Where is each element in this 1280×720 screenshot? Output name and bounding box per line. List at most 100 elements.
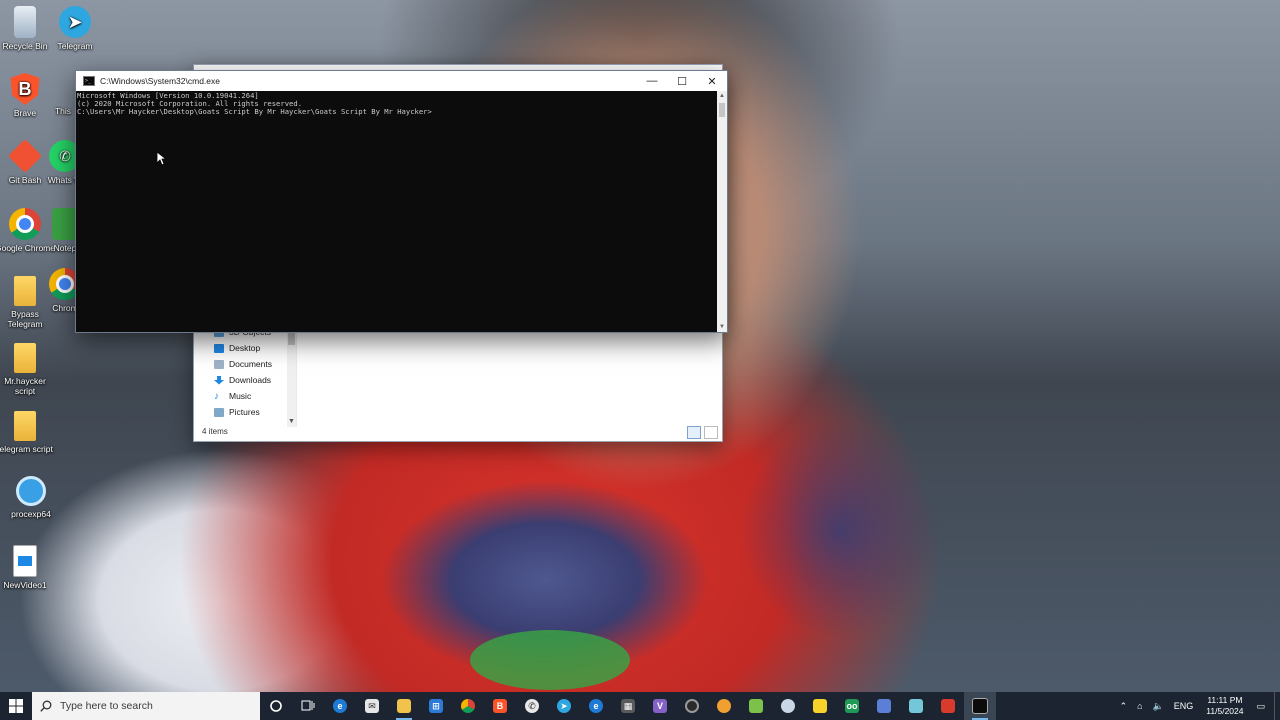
taskbar-sticky-notes[interactable] (804, 692, 836, 720)
nav-item-desktop[interactable]: Desktop (214, 341, 260, 355)
brave-icon: B (493, 699, 507, 713)
wallpaper-shirt-lettering (740, 420, 940, 640)
nav-item-downloads[interactable]: Downloads (214, 373, 271, 387)
large-icons-view-icon[interactable] (704, 426, 718, 439)
wallpaper-shirt-graphic-green (470, 630, 630, 690)
desktop-icon-mr-haycker-script[interactable]: Mr.haycker script (0, 343, 57, 396)
taskbar-app-orange[interactable] (708, 692, 740, 720)
scrollbar-thumb[interactable] (719, 103, 725, 117)
taskbar-app-red[interactable] (932, 692, 964, 720)
console-output[interactable]: Microsoft Windows [Version 10.0.19041.26… (76, 91, 718, 334)
desktop-icon-procexp64[interactable]: procexp64 (0, 476, 63, 519)
taskbar-app-mail2[interactable] (868, 692, 900, 720)
taskbar-search-box[interactable]: Type here to search (32, 692, 260, 720)
music-icon: ♪ (214, 390, 219, 402)
desktop-icon-newvideo1[interactable]: NewVideo1 (0, 545, 57, 590)
search-icon (40, 700, 52, 712)
documents-icon (214, 359, 224, 369)
pictures-icon (214, 407, 224, 417)
taskbar-app-cloud[interactable] (772, 692, 804, 720)
language-indicator[interactable]: ENG (1169, 701, 1199, 711)
file-explorer-icon (397, 699, 411, 713)
cmd-titlebar[interactable]: C:\Windows\System32\cmd.exe — ☐ ✕ (76, 71, 727, 91)
show-desktop-button[interactable] (1274, 692, 1280, 720)
cortana-button[interactable] (260, 692, 292, 720)
store-icon: ⊞ (429, 699, 443, 713)
minimize-button[interactable]: — (637, 71, 667, 91)
taskbar-mail[interactable]: ✉ (356, 692, 388, 720)
nav-item-pictures[interactable]: Pictures (214, 405, 260, 419)
pane-divider[interactable] (296, 327, 297, 427)
desktop-icon-label: NewVideo1 (3, 580, 47, 590)
app-icon (941, 699, 955, 713)
calculator-icon: ▦ (621, 699, 635, 713)
clock-date: 11/5/2024 (1206, 706, 1244, 716)
taskbar-app-teal[interactable] (900, 692, 932, 720)
mail-icon: ✉ (365, 699, 379, 713)
details-view-icon[interactable] (687, 426, 701, 439)
taskbar-whatsapp[interactable]: ✆ (516, 692, 548, 720)
desktop-icon-label: Mr.haycker script (4, 376, 46, 396)
console-prompt-line: C:\Users\Mr Haycker\Desktop\Goats Script… (77, 107, 432, 116)
desktop-icon-label: procexp64 (11, 509, 51, 519)
desktop-icon-label: telegram script (0, 444, 53, 454)
cortana-icon (270, 700, 282, 712)
window-controls: — ☐ ✕ (637, 71, 727, 91)
taskbar-store[interactable]: ⊞ (420, 692, 452, 720)
taskbar-brave[interactable]: B (484, 692, 516, 720)
taskbar-telegram[interactable]: ➤ (548, 692, 580, 720)
clock-time: 11:11 PM (1207, 695, 1243, 705)
downloads-icon (214, 375, 224, 385)
console-scrollbar[interactable]: ▲ ▼ (717, 91, 727, 332)
cmd-icon (972, 698, 988, 714)
nav-item-documents[interactable]: Documents (214, 357, 272, 371)
scroll-down-icon[interactable]: ▼ (287, 417, 296, 427)
brave-icon: B (10, 73, 40, 105)
taskbar: Type here to search e ✉ ⊞ B ✆ ➤ e ▦ V oo… (0, 692, 1280, 720)
taskbar-file-explorer[interactable] (388, 692, 420, 720)
close-button[interactable]: ✕ (697, 71, 727, 91)
chevron-up-icon[interactable]: ⌃ (1115, 701, 1133, 712)
desktop-icon-telegram-script[interactable]: telegram script (0, 411, 57, 454)
clock[interactable]: 11:11 PM 11/5/2024 (1198, 695, 1251, 717)
maximize-button[interactable]: ☐ (667, 71, 697, 91)
recorder-icon (685, 699, 699, 713)
nav-item-music[interactable]: ♪ Music (214, 389, 251, 403)
nav-item-label: Music (229, 391, 252, 401)
scroll-up-icon[interactable]: ▲ (717, 91, 727, 101)
taskbar-edge-2[interactable]: e (580, 692, 612, 720)
taskbar-app-green[interactable]: oo (836, 692, 868, 720)
taskbar-chrome[interactable] (452, 692, 484, 720)
nav-item-label: Downloads (229, 375, 272, 385)
network-icon[interactable]: ⌂ (1132, 701, 1147, 711)
navigation-pane: 3D Objects Desktop Documents Downloads ♪… (194, 327, 289, 427)
telegram-icon: ➤ (557, 699, 571, 713)
task-view-icon (301, 700, 315, 711)
view-buttons (687, 426, 718, 439)
notifications-icon[interactable]: ▭ (1251, 701, 1270, 712)
search-placeholder: Type here to search (60, 700, 153, 712)
windows-logo-icon (9, 699, 23, 713)
taskbar-notepad-plus[interactable] (740, 692, 772, 720)
taskbar-visual-studio[interactable]: V (644, 692, 676, 720)
navigation-scrollbar[interactable]: ▼ (287, 327, 296, 427)
task-view-button[interactable] (292, 692, 324, 720)
this-pc-icon (53, 73, 73, 103)
taskbar-edge[interactable]: e (324, 692, 356, 720)
start-button[interactable] (0, 692, 32, 720)
taskbar-calculator[interactable]: ▦ (612, 692, 644, 720)
scroll-down-icon[interactable]: ▼ (717, 322, 727, 332)
window-title: C:\Windows\System32\cmd.exe (100, 76, 220, 86)
recycle-bin-icon (14, 6, 36, 38)
status-bar-item-count: 4 items (202, 427, 228, 436)
git-bash-icon (8, 139, 42, 173)
taskbar-command-prompt[interactable] (964, 692, 996, 720)
desktop-icon-telegram[interactable]: ➤ Telegram (43, 6, 107, 51)
volume-icon[interactable]: 🔈 (1148, 701, 1169, 712)
whatsapp-icon: ✆ (525, 699, 539, 713)
cloud-app-icon (781, 699, 795, 713)
taskbar-recorder[interactable] (676, 692, 708, 720)
chrome-icon (461, 699, 475, 713)
command-prompt-window[interactable]: C:\Windows\System32\cmd.exe — ☐ ✕ Micros… (75, 70, 728, 333)
edge-icon: e (589, 699, 603, 713)
